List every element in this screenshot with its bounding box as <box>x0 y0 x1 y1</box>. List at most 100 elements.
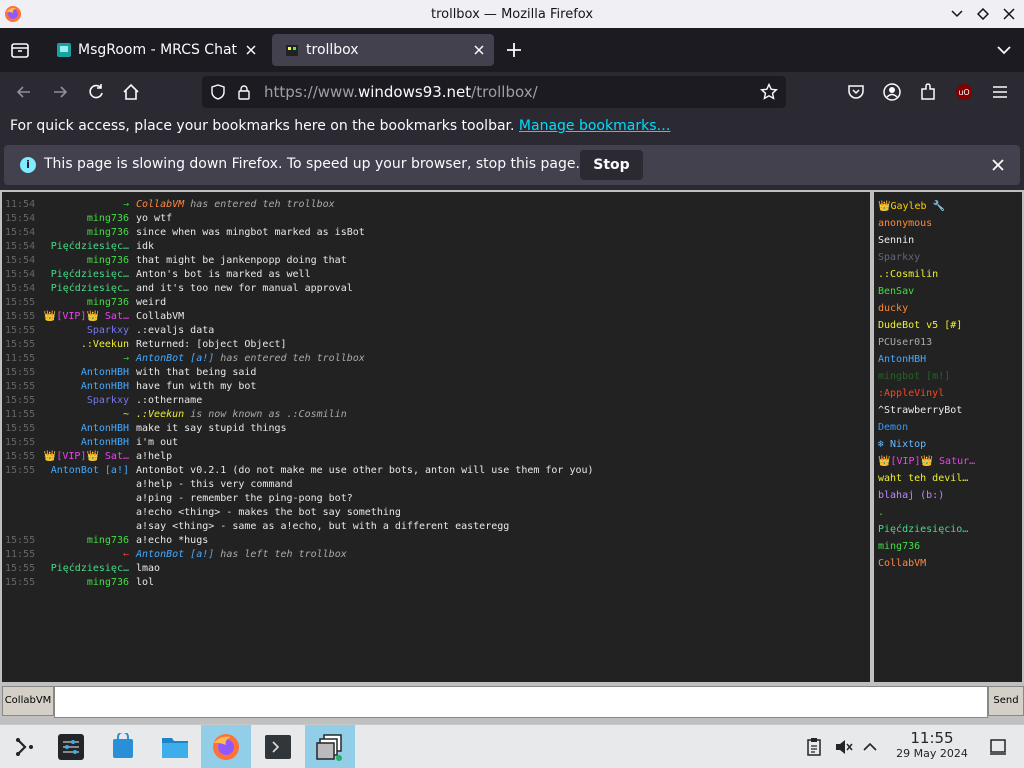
message-nickname[interactable]: Pięćdziesięc… <box>9 282 129 296</box>
account-icon[interactable] <box>882 82 902 102</box>
taskbar-window-overview[interactable] <box>305 725 355 768</box>
user-list[interactable]: 👑Gayleb 🔧 anonymous Sennin Sparkxy .:Cosmili… <box>874 192 1022 682</box>
taskbar-terminal[interactable] <box>253 725 303 768</box>
message-nickname[interactable]: 👑[VIP]👑 Sat… <box>9 450 129 464</box>
message-nickname[interactable]: ming736 <box>9 576 129 590</box>
application-launcher[interactable] <box>0 725 50 768</box>
lock-icon[interactable] <box>236 84 252 100</box>
show-hidden-icons-chevron-up-icon[interactable] <box>860 737 880 757</box>
user-list-item[interactable]: Demon <box>874 419 1022 436</box>
nickname-button[interactable]: CollabVM <box>2 686 54 716</box>
user-list-item[interactable]: PCUser013 <box>874 334 1022 351</box>
user-list-item[interactable]: ❄ Nixtop <box>874 436 1022 453</box>
pocket-icon[interactable] <box>846 82 866 102</box>
system-message-user[interactable]: AntonBot [a!] <box>136 353 214 364</box>
firefox-app-icon <box>213 734 239 760</box>
message-nickname[interactable]: ming736 <box>9 296 129 310</box>
chat-input[interactable] <box>54 686 988 718</box>
message-nickname[interactable]: ming736 <box>9 226 129 240</box>
close-window-icon[interactable] <box>1002 7 1016 21</box>
minimize-icon[interactable] <box>950 7 964 21</box>
user-list-item[interactable]: Sennin <box>874 232 1022 249</box>
user-list-item[interactable]: .:Cosmilin <box>874 266 1022 283</box>
message-nickname[interactable]: Pięćdziesięc… <box>9 562 129 576</box>
user-list-item[interactable]: 👑[VIP]👑 Satur… <box>874 453 1022 470</box>
user-list-item[interactable]: ^StrawberryBot <box>874 402 1022 419</box>
new-tab-icon[interactable] <box>504 40 524 60</box>
user-list-item[interactable]: :AppleVinyl <box>874 385 1022 402</box>
message-nickname[interactable]: ming736 <box>9 254 129 268</box>
message-nickname[interactable]: Sparkxy <box>9 394 129 408</box>
back-icon[interactable] <box>14 82 34 102</box>
tracking-protection-shield-icon[interactable] <box>210 84 226 100</box>
bookmark-star-icon[interactable] <box>760 83 778 101</box>
volume-muted-icon[interactable] <box>834 737 854 757</box>
user-list-item[interactable]: mingbot [m!] <box>874 368 1022 385</box>
message-nickname[interactable]: .:Veekun <box>9 338 129 352</box>
message-text: .:othername <box>136 395 203 406</box>
ublock-origin-icon[interactable]: uO <box>954 82 974 102</box>
send-button[interactable]: Send <box>988 686 1024 716</box>
user-list-item[interactable]: 👑Gayleb 🔧 <box>874 198 1022 215</box>
tab-trollbox[interactable]: trollbox <box>272 34 494 66</box>
menu-icon[interactable] <box>990 82 1010 102</box>
system-message-user[interactable]: CollabVM <box>136 199 184 210</box>
clock[interactable]: 11:55 29 May 2024 <box>884 729 980 760</box>
close-tab-icon[interactable] <box>472 43 486 57</box>
user-list-item[interactable]: Pięćdziesięcio… <box>874 521 1022 538</box>
event-arrow: → <box>122 199 129 210</box>
url-bar[interactable]: https://www.windows93.net/trollbox/ <box>202 76 786 108</box>
event-arrow: ~ <box>122 409 129 420</box>
user-list-item[interactable]: waht teh devil… <box>874 470 1022 487</box>
message-text: have fun with my bot <box>136 381 257 392</box>
clock-date: 29 May 2024 <box>896 747 968 760</box>
message-nickname[interactable]: ming736 <box>9 534 129 548</box>
system-message-user[interactable]: AntonBot [a!] <box>136 549 214 560</box>
firefox-view-icon[interactable] <box>8 38 32 62</box>
system-message-user[interactable]: .:Veekun <box>136 409 184 420</box>
user-list-item[interactable]: Sparkxy <box>874 249 1022 266</box>
chat-log[interactable]: 11:54 → CollabVM has entered teh trollbox 1… <box>2 192 870 682</box>
list-all-tabs-icon[interactable] <box>996 42 1012 58</box>
stop-button[interactable]: Stop <box>580 150 643 180</box>
msgroom-favicon-icon <box>56 42 72 58</box>
url-text[interactable]: https://www.windows93.net/trollbox/ <box>264 83 538 101</box>
system-message-text: has entered teh trollbox <box>184 199 335 210</box>
message-nickname[interactable]: AntonHBH <box>9 366 129 380</box>
message-nickname[interactable]: Pięćdziesięc… <box>9 268 129 282</box>
system-message-text: has entered teh trollbox <box>214 353 365 364</box>
close-tab-icon[interactable] <box>244 43 258 57</box>
message-nickname[interactable]: AntonHBH <box>9 436 129 450</box>
user-list-item[interactable]: BenSav <box>874 283 1022 300</box>
manage-bookmarks-link[interactable]: Manage bookmarks… <box>519 118 671 134</box>
taskbar-discover[interactable] <box>98 725 148 768</box>
taskbar-file-manager[interactable] <box>150 725 200 768</box>
tab-msgroom[interactable]: MsgRoom - MRCS Chat <box>44 34 266 66</box>
user-list-item[interactable]: anonymous <box>874 215 1022 232</box>
taskbar-system-settings[interactable] <box>46 725 96 768</box>
message-nickname[interactable]: 👑[VIP]👑 Sat… <box>9 310 129 324</box>
message-nickname[interactable]: AntonHBH <box>9 380 129 394</box>
show-desktop-icon[interactable] <box>988 737 1008 757</box>
taskbar-firefox[interactable] <box>201 725 251 768</box>
user-list-item[interactable]: ducky <box>874 300 1022 317</box>
extensions-icon[interactable] <box>918 82 938 102</box>
close-notification-icon[interactable] <box>990 157 1006 173</box>
message-nickname[interactable]: Pięćdziesięc… <box>9 240 129 254</box>
maximize-icon[interactable] <box>976 7 990 21</box>
home-icon[interactable] <box>121 82 141 102</box>
clipboard-icon[interactable] <box>804 737 824 757</box>
message-nickname[interactable]: ming736 <box>9 212 129 226</box>
message-nickname[interactable]: Sparkxy <box>9 324 129 338</box>
forward-icon[interactable] <box>50 82 70 102</box>
user-list-item[interactable]: . <box>874 504 1022 521</box>
message-nickname[interactable]: AntonBot [a!] <box>9 464 129 478</box>
reload-icon[interactable] <box>86 82 106 102</box>
message-nickname[interactable]: AntonHBH <box>9 422 129 436</box>
user-list-item[interactable]: blahaj (b:) <box>874 487 1022 504</box>
user-list-item[interactable]: ming736 <box>874 538 1022 555</box>
user-list-item[interactable]: DudeBot v5 [#] <box>874 317 1022 334</box>
user-list-item[interactable]: AntonHBH <box>874 351 1022 368</box>
window-title: trollbox — Mozilla Firefox <box>430 6 594 22</box>
user-list-item[interactable]: CollabVM <box>874 555 1022 572</box>
